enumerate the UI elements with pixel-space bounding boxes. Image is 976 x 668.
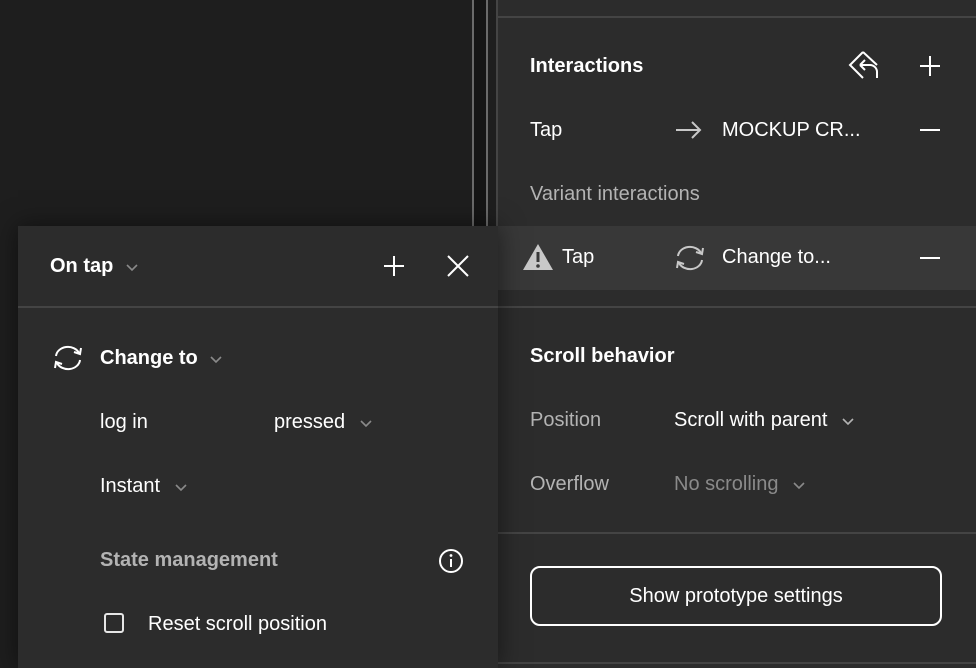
- overflow-label: Overflow: [530, 473, 609, 495]
- chevron-down-icon: [360, 420, 372, 427]
- variant-value: pressed: [274, 411, 346, 433]
- close-icon[interactable]: [446, 254, 470, 278]
- variant-trigger: Tap: [562, 246, 595, 268]
- divider: [498, 306, 976, 308]
- chevron-down-icon: [175, 484, 187, 491]
- overflow-value: No scrolling: [674, 473, 779, 495]
- divider: [498, 532, 976, 534]
- animation-value: Instant: [100, 475, 161, 497]
- reset-scroll-checkbox[interactable]: [104, 613, 124, 633]
- minus-icon[interactable]: [918, 248, 942, 268]
- interaction-reset-icon[interactable]: [848, 48, 884, 84]
- position-label: Position: [530, 409, 602, 431]
- interaction-destination[interactable]: MOCKUP CR...: [722, 119, 861, 142]
- minus-icon[interactable]: [918, 120, 942, 140]
- plus-icon[interactable]: [382, 254, 406, 278]
- interactions-title: Interactions: [530, 55, 644, 77]
- divider: [498, 16, 976, 18]
- chevron-down-icon: [793, 482, 805, 489]
- variant-interaction-row[interactable]: Tap Change to...: [498, 226, 976, 290]
- interaction-details-popover: On tap Change to log in pressed Instant …: [18, 226, 498, 668]
- interaction-trigger[interactable]: Tap: [530, 119, 562, 142]
- animation-dropdown[interactable]: Instant: [100, 475, 188, 498]
- divider: [18, 306, 498, 308]
- variant-interactions-label: Variant interactions: [530, 183, 700, 205]
- position-dropdown[interactable]: Scroll with parent: [674, 409, 855, 432]
- change-to-icon: [676, 245, 704, 271]
- info-icon[interactable]: [438, 548, 464, 574]
- trigger-dropdown[interactable]: On tap: [50, 255, 139, 278]
- variant-action: Change to...: [722, 246, 831, 268]
- reset-scroll-label[interactable]: Reset scroll position: [148, 613, 327, 636]
- warning-icon: [523, 244, 553, 270]
- trigger-value: On tap: [50, 255, 114, 277]
- overflow-dropdown[interactable]: No scrolling: [674, 473, 806, 496]
- component-name: log in: [100, 411, 148, 433]
- change-to-icon: [54, 345, 82, 371]
- variant-dropdown[interactable]: pressed: [274, 411, 373, 434]
- plus-icon[interactable]: [918, 54, 942, 78]
- show-prototype-settings-button[interactable]: Show prototype settings: [530, 566, 942, 626]
- prototype-panel: Interactions Tap MOCKUP CR... Variant in…: [498, 0, 976, 668]
- action-value: Change to: [100, 347, 198, 369]
- divider: [498, 662, 976, 664]
- chevron-down-icon: [842, 418, 854, 425]
- chevron-down-icon: [126, 264, 138, 271]
- position-value: Scroll with parent: [674, 409, 828, 431]
- chevron-down-icon: [210, 356, 222, 363]
- action-dropdown[interactable]: Change to: [100, 347, 223, 370]
- state-management-label: State management: [100, 549, 278, 571]
- scroll-behavior-title: Scroll behavior: [530, 345, 675, 367]
- arrow-right-icon: [676, 121, 702, 139]
